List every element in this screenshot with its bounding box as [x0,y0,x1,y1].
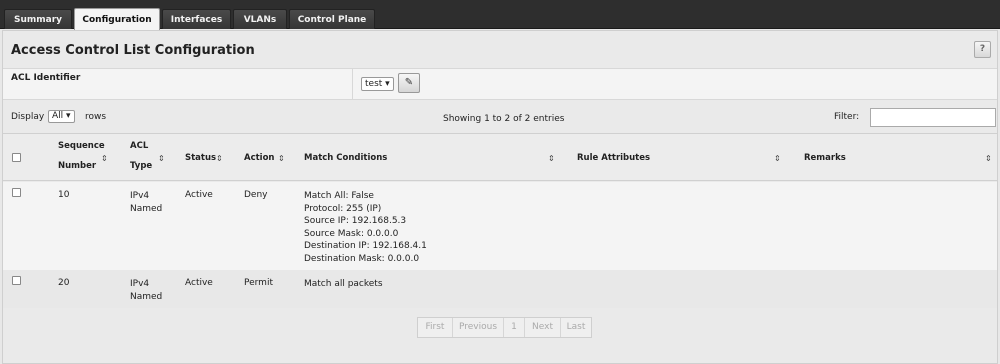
sort-arrows-icon[interactable]: ⇕ [278,154,285,163]
col-header-action[interactable]: Action [244,153,275,163]
cell-sequence: 20 [58,278,70,288]
sort-arrows-icon[interactable]: ⇕ [985,154,992,163]
sort-arrows-icon[interactable]: ⇕ [158,154,165,163]
table-controls: Display All ▾ rows Showing 1 to 2 of 2 e… [3,101,997,133]
tab-configuration[interactable]: Configuration [74,8,160,30]
help-button[interactable]: ? [974,41,991,58]
col-header-status[interactable]: Status [185,153,216,163]
pager-first-button[interactable]: First [418,318,453,337]
cell-sequence: 10 [58,190,70,200]
tab-bar: Summary Configuration Interfaces VLANs C… [0,0,1000,30]
sort-arrows-icon[interactable]: ⇕ [101,154,108,163]
sort-arrows-icon[interactable]: ⇕ [216,154,223,163]
table-header: Sequence Number ⇕ ACL Type ⇕ Status ⇕ Ac… [3,133,997,181]
rows-label: rows [85,112,107,122]
pager-page-button[interactable]: 1 [504,318,525,337]
col-header-acl-type[interactable]: ACL Type [130,141,152,171]
col-header-sequence-line2: Number [58,161,97,171]
filter-input[interactable] [870,108,996,127]
col-header-sequence-line1: Sequence [58,141,105,151]
pager-previous-button[interactable]: Previous [453,318,504,337]
cell-action: Permit [244,278,273,288]
cell-acl-type-line1: IPv4 [130,191,150,201]
entries-info: Showing 1 to 2 of 2 entries [443,114,565,124]
col-header-sequence[interactable]: Sequence Number [58,141,105,171]
col-header-rule-attributes[interactable]: Rule Attributes [577,153,650,163]
tab-summary[interactable]: Summary [4,9,72,29]
cell-match-conditions: Match All: False Protocol: 255 (IP) Sour… [304,190,427,265]
match-line: Match all packets [304,279,383,289]
acl-identifier-select[interactable]: test ▾ [361,77,394,91]
cell-acl-type-line2: Named [130,203,163,214]
match-line: Source IP: 192.168.5.3 [304,216,407,226]
tab-interfaces[interactable]: Interfaces [162,9,231,29]
pencil-icon: ✎ [404,77,414,88]
col-header-remarks[interactable]: Remarks [804,153,846,163]
match-line: Source Mask: 0.0.0.0 [304,228,399,239]
cell-status: Active [185,278,213,288]
col-header-match-conditions[interactable]: Match Conditions [304,153,387,163]
acl-identifier-label: ACL Identifier [11,73,81,83]
col-header-acl-line2: Type [130,161,153,171]
match-line: Destination IP: 192.168.4.1 [304,241,427,251]
rows-per-page-select[interactable]: All ▾ [48,110,75,123]
filter-label: Filter: [834,112,860,122]
edit-acl-button[interactable]: ✎ [398,73,420,93]
cell-action: Deny [244,190,268,200]
table-row[interactable]: 20 IPv4 Named Active Permit Match all pa… [3,270,997,308]
row-checkbox[interactable] [12,276,21,285]
sort-arrows-icon[interactable]: ⇕ [774,154,781,163]
cell-match-conditions: Match all packets [304,278,383,291]
pager-last-button[interactable]: Last [561,318,591,337]
cell-acl-type: IPv4 Named [130,190,162,215]
display-label: Display [11,112,45,122]
match-line: Protocol: 255 (IP) [304,203,382,214]
match-line: Match All: False [304,191,374,201]
cell-acl-type-line2: Named [130,291,163,302]
cell-status: Active [185,190,213,200]
pager-next-button[interactable]: Next [525,318,561,337]
acl-identifier-row: ACL Identifier test ▾ ✎ [3,68,997,100]
cell-acl-type-line1: IPv4 [130,279,150,289]
select-all-checkbox[interactable] [12,153,21,162]
col-header-acl-line1: ACL [130,141,149,151]
row-checkbox[interactable] [12,188,21,197]
page-title: Access Control List Configuration [11,43,255,58]
sort-arrows-icon[interactable]: ⇕ [548,154,555,163]
table-row[interactable]: 10 IPv4 Named Active Deny Match All: Fal… [3,182,997,270]
divider [352,69,353,99]
content-panel: Access Control List Configuration ? ACL … [2,30,998,364]
match-line: Destination Mask: 0.0.0.0 [304,253,420,264]
tab-vlans[interactable]: VLANs [233,9,287,29]
cell-acl-type: IPv4 Named [130,278,162,303]
tab-control-plane[interactable]: Control Plane [289,9,375,29]
pagination: First Previous 1 Next Last [417,317,592,338]
